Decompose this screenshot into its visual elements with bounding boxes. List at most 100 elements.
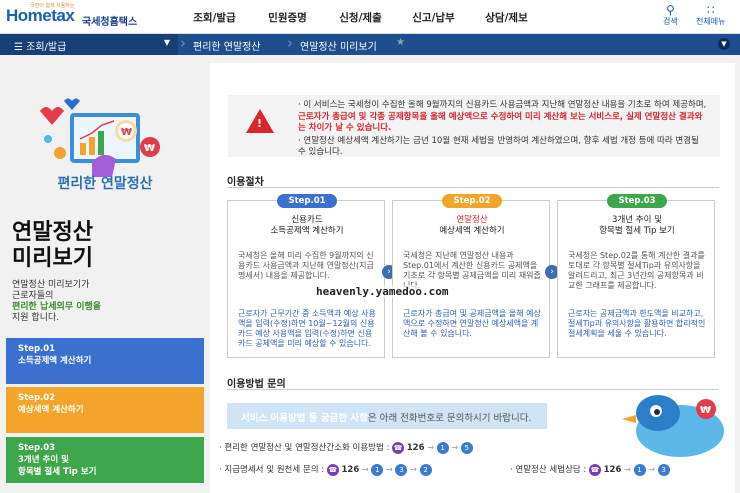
- favorite-star-icon[interactable]: ★: [396, 37, 405, 48]
- search-label: 검색: [663, 17, 678, 26]
- breadcrumb-separator-icon: ›: [180, 34, 186, 52]
- procedure-heading: 이용절차: [227, 177, 264, 188]
- hometax-logo[interactable]: Hometax: [6, 6, 75, 26]
- description-line: 연말정산 미리보기가: [12, 280, 90, 290]
- phone-code: 126: [603, 465, 622, 475]
- all-menu-button[interactable]: ∷ 전체메뉴: [696, 4, 725, 27]
- step3-title-1: 3개년 추이 및: [612, 215, 662, 225]
- banner-rest: 은 아래 전화번호로 문의하시기 바랍니다.: [367, 413, 532, 424]
- gnb-item-certificate[interactable]: 민원증명: [251, 10, 324, 25]
- banner-bold: 서비스 이용방법 등 궁금한 사항: [241, 413, 368, 424]
- notice-line-1: · 이 서비스는 국세청이 수집한 올해 9월까지의 신용카드 사용금액과 지난…: [298, 100, 707, 110]
- breadcrumb: ☰ 조회/발급 ▼ › 편리한 연말정산 › 연말정산 미리보기 ★ ▼: [0, 34, 740, 55]
- left-panel: ₩ ₩ 편리한 연말정산 연말정산 미리보기 연말정산 미리보기가 근로자들의 …: [0, 55, 210, 493]
- description-line: 지원 합니다.: [12, 313, 60, 323]
- gnb-item-report[interactable]: 신고/납부: [397, 10, 470, 25]
- step2-pill: Step.02: [442, 194, 502, 208]
- divider: [227, 187, 719, 188]
- logo-subtitle[interactable]: 국세청홈택스: [82, 13, 137, 28]
- phone-code: 126: [406, 443, 425, 453]
- inquiry-banner: 서비스 이용방법 등 궁금한 사항은 아래 전화번호로 문의하시기 바랍니다.: [227, 403, 547, 429]
- all-menu-label: 전체메뉴: [696, 17, 726, 26]
- menu-number: 3: [657, 463, 670, 476]
- chevron-down-icon: ▼: [163, 38, 170, 47]
- page-description: 연말정산 미리보기가 근로자들의 편리한 납세의무 이행을 지원 합니다.: [12, 280, 101, 324]
- breadcrumb-item-preview[interactable]: 연말정산 미리보기: [300, 38, 377, 53]
- inquiry-line-3: · 연말정산 세법상담 : ☎ 126 → 1 → 3: [510, 463, 670, 476]
- notice-emphasis: 근로자가 총급여 및 각종 공제항목을 올해 예상액으로 수정하여 미리 계산해…: [298, 111, 703, 134]
- step1-button[interactable]: Step.01 소득공제액 계산하기: [6, 338, 204, 384]
- step1-pill: Step.01: [277, 194, 337, 208]
- menu-number: 2: [419, 463, 432, 476]
- menu-number: 1: [633, 463, 646, 476]
- notice-line-2: · 연말정산 예상세액 계산하기는 금년 10월 현재 세법을 반영하여 계산하…: [298, 135, 699, 158]
- breadcrumb-item-easy-settlement[interactable]: 편리한 연말정산: [193, 38, 261, 53]
- step2-label: 예상세액 계산하기: [18, 405, 84, 415]
- step3-label-2: 항목별 절세 Tip 보기: [18, 467, 97, 477]
- step2-button[interactable]: Step.02 예상세액 계산하기: [6, 387, 204, 433]
- exclamation-icon: !: [257, 117, 263, 130]
- grid-icon: ∷: [706, 3, 715, 17]
- breadcrumb-current-label: 조회/발급: [26, 42, 67, 53]
- search-icon: ⚲: [665, 3, 675, 17]
- step3-title: 3개년 추이 및 항목별 절세 Tip 보기: [558, 215, 716, 237]
- phone-code: 126: [341, 465, 360, 475]
- step1-title: 신용카드 소득공제액 계산하기: [228, 215, 386, 237]
- step2-number: Step.02: [18, 393, 56, 403]
- svg-text:₩: ₩: [144, 143, 155, 154]
- svg-text:₩: ₩: [121, 127, 132, 138]
- inquiry-line-label: · 연말정산 세법상담 :: [510, 465, 587, 475]
- bird-mascot-illustration: ₩: [622, 395, 724, 457]
- watermark-url: heavenly.yamedoo.com: [316, 285, 449, 298]
- illustration-title: 편리한 연말정산: [57, 176, 153, 192]
- nav-expand-icon[interactable]: ▼: [718, 38, 730, 50]
- notice-text: · 이 서비스는 국세청이 수집한 올해 9월까지의 신용카드 사용금액과 지난…: [298, 100, 708, 160]
- page-title-line-2: 미리보기: [12, 246, 93, 271]
- inquiry-line-2: · 지급명세서 및 원천세 문의 : ☎ 126 → 1 → 3 → 2: [219, 463, 432, 476]
- notice-box: ! · 이 서비스는 국세청이 수집한 올해 9월까지의 신용카드 사용금액과 …: [228, 95, 720, 157]
- description-highlight: 편리한 납세의무 이행을: [12, 302, 102, 312]
- page-title: 연말정산 미리보기: [12, 220, 93, 272]
- header: 국민이 쉽게 사용하는 Hometax 국세청홈택스 조회/발급 민원증명 신청…: [0, 0, 740, 34]
- step3-card: Step.03 3개년 추이 및 항목별 절세 Tip 보기 국세청은 Step.…: [557, 194, 716, 358]
- inquiry-line-label: · 지급명세서 및 원천세 문의 :: [219, 465, 325, 475]
- step1-title-2: 소득공제액 계산하기: [270, 226, 344, 236]
- description-line: 근로자들의: [12, 291, 54, 301]
- step3-body: 국세청은 Step.02를 통해 계산한 결과를 토대로 각 항목별 절세Tip…: [568, 251, 705, 290]
- inquiry-line-1: · 편리한 연말정산 및 연말정산간소화 이용방법 : ☎ 126 → 1 → …: [219, 441, 473, 454]
- step1-number: Step.01: [18, 344, 56, 354]
- step3-number: Step.03: [18, 443, 56, 453]
- breadcrumb-separator-icon: ›: [287, 34, 293, 52]
- gnb-item-inquiry[interactable]: 조회/발급: [178, 10, 251, 25]
- menu-number: 3: [395, 463, 408, 476]
- phone-icon: ☎: [588, 463, 601, 476]
- step3-label: 3개년 추이 및: [18, 455, 69, 465]
- step1-title-1: 신용카드: [291, 215, 323, 225]
- menu-number: 1: [371, 463, 384, 476]
- gnb-item-consult[interactable]: 상담/제보: [470, 10, 543, 25]
- step2-title: 연말정산 예상세액 계산하기: [393, 215, 551, 237]
- hamburger-icon: ☰: [14, 42, 23, 53]
- main-content: ! · 이 서비스는 국세청이 수집한 올해 9월까지의 신용카드 사용금액과 …: [210, 63, 735, 493]
- step3-highlight: 근로자는 공제금액과 한도액을 비교하고, 절세Tip과 유의사항을 활용하면 …: [568, 309, 706, 338]
- step1-highlight: 근로자가 근무기간 중 소득액과 예상 사용액을 입력(수정)하면 10월~12…: [238, 309, 376, 348]
- phone-icon: ☎: [392, 441, 405, 454]
- phone-icon: ☎: [326, 463, 339, 476]
- step3-title-2: 항목별 절세 Tip 보기: [599, 226, 675, 236]
- search-button[interactable]: ⚲ 검색: [663, 4, 678, 27]
- step1-card: Step.01 신용카드 소득공제액 계산하기 국세청은 올해 미리 수집한 9월…: [227, 194, 386, 358]
- inquiry-line-label: · 편리한 연말정산 및 연말정산간소화 이용방법 :: [219, 443, 390, 453]
- step3-button[interactable]: Step.03 3개년 추이 및 항목별 절세 Tip 보기: [6, 437, 204, 483]
- step3-pill: Step.03: [607, 194, 667, 208]
- step2-title-1: 연말정산: [456, 215, 488, 225]
- step2-title-2: 예상세액 계산하기: [439, 226, 505, 236]
- step1-body: 국세청은 올해 미리 수집한 9월까지의 신용카드 사용금액과 지난해 연말정산…: [238, 251, 374, 280]
- page-title-line-1: 연말정산: [12, 220, 93, 245]
- global-nav: 조회/발급 민원증명 신청/제출 신고/납부 상담/제보: [178, 10, 543, 25]
- step2-highlight: 근로자가 총급여 및 공제금액을 올해 예상액으로 수정하면 연말정산 예상세액…: [403, 309, 541, 338]
- breadcrumb-current-menu[interactable]: ☰ 조회/발급 ▼: [0, 34, 178, 55]
- step1-label: 소득공제액 계산하기: [18, 356, 92, 366]
- gnb-item-apply[interactable]: 신청/제출: [324, 10, 397, 25]
- inquiry-heading: 이용방법 문의: [227, 379, 286, 390]
- tablet-illustration: ₩ ₩: [40, 98, 160, 177]
